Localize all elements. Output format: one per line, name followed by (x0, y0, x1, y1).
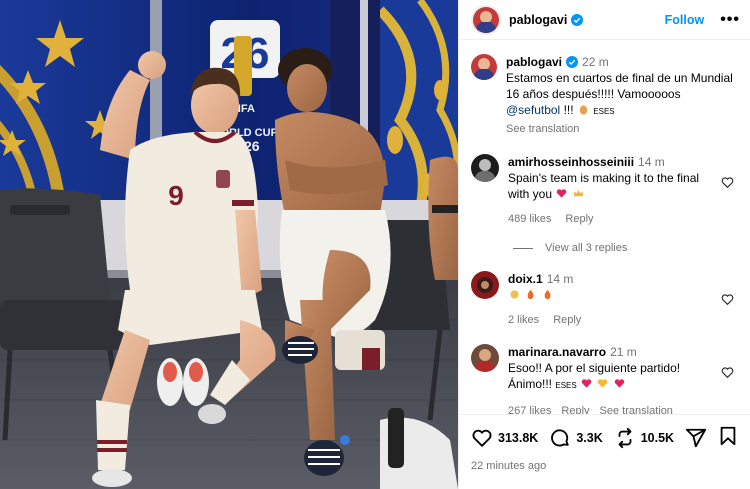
comment-item: marinara.navarro 21 m Esoo!! A por el sig… (471, 344, 738, 414)
svg-text:9: 9 (168, 180, 184, 211)
post-header: pablogavi Follow ••• (459, 0, 750, 40)
caption-text: Estamos en cuartos de final de un Mundia… (506, 71, 733, 101)
commenter-avatar[interactable] (471, 344, 499, 372)
post-sidebar: pablogavi Follow ••• pablogavi 22 m Esta… (458, 0, 750, 489)
crown-emoji-icon (573, 189, 583, 197)
post-image: 26 FIFA WORLD CUP 2026 (0, 0, 458, 489)
comment-likes[interactable]: 2 likes (508, 312, 539, 328)
yellow-heart-emoji-icon (598, 379, 608, 388)
follow-button[interactable]: Follow (665, 13, 705, 27)
comment-likes[interactable]: 489 likes (508, 211, 551, 227)
comment-see-translation[interactable]: See translation (600, 403, 673, 414)
comment-username[interactable]: doix.1 (508, 272, 543, 286)
comment-likes[interactable]: 267 likes (508, 403, 551, 414)
repost-button[interactable]: 10.5K (614, 427, 674, 449)
posted-time: 22 minutes ago (471, 460, 547, 472)
post-actions: 313.8K 3.3K 10.5K 22 minutes ago (459, 414, 750, 489)
view-replies-link[interactable]: View all 3 replies (513, 242, 738, 254)
post-caption: pablogavi 22 m Estamos en cuartos de fina… (471, 54, 738, 137)
comment-button[interactable]: 3.3K (549, 427, 603, 449)
save-button[interactable] (718, 425, 738, 450)
heart-emoji-icon (581, 379, 592, 388)
comment-reply-button[interactable]: Reply (553, 312, 581, 328)
repost-icon (618, 427, 632, 448)
share-button[interactable] (685, 427, 707, 449)
like-comment-heart-icon[interactable] (721, 293, 734, 306)
repost-count: 10.5K (640, 430, 675, 445)
comment-time: 14 m (546, 272, 574, 286)
fire-emoji-icon (544, 289, 551, 300)
like-count: 313.8K (498, 430, 539, 445)
author-avatar[interactable] (471, 4, 501, 35)
avatar (471, 54, 497, 80)
caption-mention[interactable]: @sefutbol (506, 103, 560, 117)
clap-emoji-icon (510, 290, 519, 299)
verified-badge-icon (571, 13, 584, 26)
fire-emoji-icon (528, 289, 534, 300)
comment-username[interactable]: marinara.navarro (508, 345, 606, 359)
comment-time: 21 m (610, 345, 637, 359)
comment-icon (551, 428, 570, 446)
author-username[interactable]: pablogavi (509, 13, 567, 27)
comment-text: Spain's team is making it to the final w… (508, 171, 700, 201)
egg-emoji-icon (579, 105, 588, 115)
more-options-icon[interactable]: ••• (720, 11, 740, 27)
comment-time: 14 m (638, 155, 665, 169)
heart-icon (472, 429, 492, 447)
comment-text: Esoo!! A por el siguiente partido! Ánimo… (508, 361, 681, 391)
verified-badge-icon (566, 56, 579, 68)
comment-emoji-row (508, 287, 738, 303)
like-comment-heart-icon[interactable] (721, 176, 734, 189)
bookmark-icon (720, 426, 736, 446)
comment-username[interactable]: amirhosseinhosseiniii (508, 155, 634, 169)
heart-emoji-icon (614, 379, 624, 388)
send-icon (685, 428, 707, 447)
post-photo[interactable]: 26 FIFA WORLD CUP 2026 (0, 0, 458, 489)
see-translation-link[interactable]: See translation (506, 121, 738, 137)
view-replies-label: View all 3 replies (545, 242, 628, 254)
comment-item: amirhosseinhosseiniii 14 m Spain's team i… (471, 154, 738, 227)
like-comment-heart-icon[interactable] (721, 366, 734, 379)
avatar (473, 6, 499, 33)
commenter-avatar[interactable] (471, 271, 499, 299)
spain-flag-text: ESES (593, 107, 615, 116)
view-replies-line (513, 247, 533, 249)
like-button[interactable]: 313.8K (471, 427, 538, 449)
caption-avatar[interactable] (471, 54, 497, 80)
caption-tail: !!! (563, 103, 574, 117)
caption-username[interactable]: pablogavi (506, 55, 562, 69)
comment-reply-button[interactable]: Reply (565, 211, 593, 227)
heart-emoji-icon (557, 189, 567, 198)
comment-item: doix.1 14 m 2 likes Reply (471, 271, 738, 328)
comments-scroll[interactable]: pablogavi 22 m Estamos en cuartos de fina… (459, 40, 750, 414)
commenter-avatar[interactable] (471, 154, 499, 182)
comment-reply-button[interactable]: Reply (561, 403, 589, 414)
comment-count: 3.3K (576, 430, 603, 445)
spain-flag-text: ESES (555, 381, 577, 390)
caption-time: 22 m (582, 55, 609, 69)
